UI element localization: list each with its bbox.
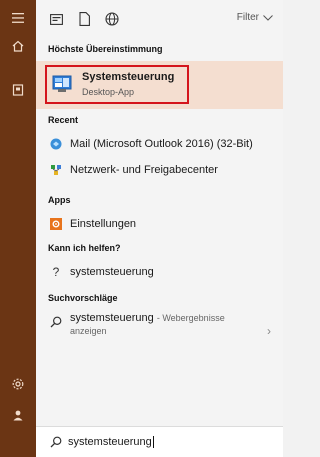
apps-filter-icon[interactable]: [48, 11, 64, 27]
app-item-settings[interactable]: Einstellungen: [36, 214, 283, 234]
filter-dropdown[interactable]: Filter: [237, 12, 273, 23]
filter-toolbar: Filter: [36, 0, 283, 38]
user-icon[interactable]: [0, 403, 36, 427]
help-item[interactable]: ? systemsteuerung: [36, 262, 283, 282]
text-caret: [152, 436, 154, 449]
recent-item-label: Netzwerk- und Freigabecenter: [70, 164, 218, 176]
recent-item-network[interactable]: Netzwerk- und Freigabecenter: [36, 160, 283, 180]
network-icon: [48, 162, 64, 178]
search-bar[interactable]: systemsteuerung: [36, 426, 283, 457]
question-icon: ?: [52, 265, 60, 279]
documents-filter-icon[interactable]: [76, 11, 92, 27]
left-rail: [0, 0, 36, 457]
suggestion-text: systemsteuerung - Webergebnisse anzeigen: [70, 312, 225, 338]
suggestion-line2: anzeigen: [70, 326, 107, 336]
section-suggestions: Suchvorschläge: [48, 293, 118, 303]
section-apps: Apps: [48, 195, 71, 205]
best-match-title: Systemsteuerung: [82, 71, 175, 83]
chevron-down-icon: [263, 14, 273, 21]
section-help: Kann ich helfen?: [48, 243, 121, 253]
search-results-panel: Filter Höchste Übereinstimmung Systemste…: [36, 0, 283, 457]
settings-icon[interactable]: [0, 372, 36, 396]
search-icon: [48, 314, 64, 330]
recent-item-label: Mail (Microsoft Outlook 2016) (32-Bit): [70, 138, 253, 150]
mail-icon: [48, 136, 64, 152]
best-match-item[interactable]: Systemsteuerung Desktop-App: [36, 61, 283, 109]
suggestion-label: systemsteuerung: [70, 312, 154, 324]
chevron-right-icon[interactable]: ›: [267, 324, 271, 338]
web-filter-icon[interactable]: [104, 11, 120, 27]
best-match-subtitle: Desktop-App: [82, 87, 135, 97]
recent-item-mail[interactable]: Mail (Microsoft Outlook 2016) (32-Bit): [36, 134, 283, 154]
search-icon: [50, 435, 62, 453]
home-icon[interactable]: [0, 34, 36, 58]
settings-app-icon: [48, 216, 64, 232]
hamburger-menu-icon[interactable]: [0, 6, 36, 30]
app-item-label: Einstellungen: [70, 218, 137, 230]
section-recent: Recent: [48, 115, 79, 125]
help-item-label: systemsteuerung: [70, 266, 154, 278]
notebook-icon[interactable]: [0, 78, 36, 102]
control-panel-icon: [52, 75, 72, 92]
search-input[interactable]: systemsteuerung: [68, 436, 154, 449]
suggestion-item[interactable]: systemsteuerung - Webergebnisse anzeigen…: [36, 312, 283, 348]
search-value: systemsteuerung: [68, 436, 152, 448]
section-best-match: Höchste Übereinstimmung: [48, 44, 163, 54]
filter-label: Filter: [236, 12, 259, 23]
suggestion-suffix: - Webergebnisse: [156, 313, 225, 323]
